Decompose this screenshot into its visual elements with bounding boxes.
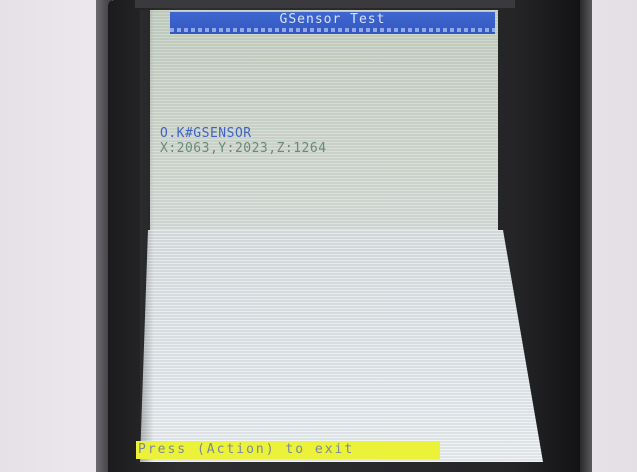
screen-title: GSensor Test [279,12,386,27]
screen-shadow [140,10,154,462]
phone-edge-right [580,0,592,472]
title-bar: GSensor Test [170,12,495,34]
title-bar-pattern [170,28,495,32]
sensor-status: O.K#GSENSOR [160,126,252,141]
phone-top-bezel [135,0,515,8]
sensor-readings: X:2063,Y:2023,Z:1264 [160,141,327,156]
exit-instruction[interactable]: Press (Action) to exit [136,441,440,459]
phone-screen-lower [140,230,543,462]
